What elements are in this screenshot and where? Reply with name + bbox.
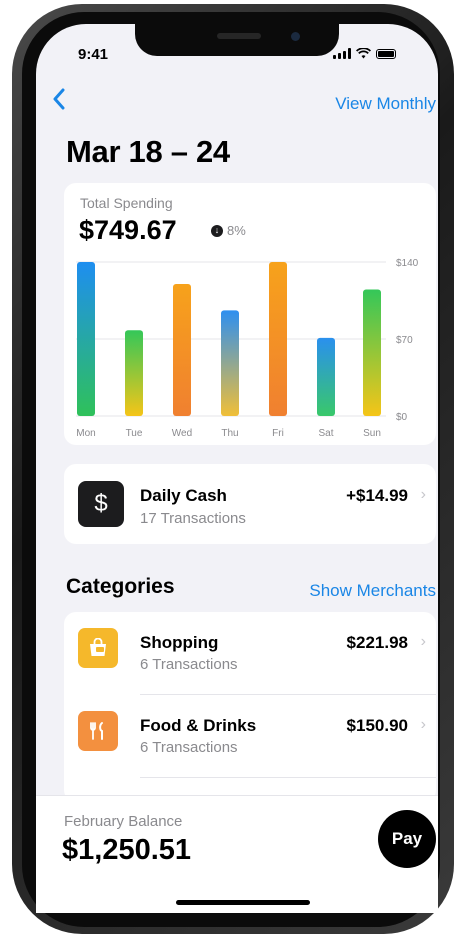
category-title: Food & Drinks xyxy=(140,716,257,735)
bar-mon[interactable] xyxy=(77,262,95,416)
chevron-right-icon: › xyxy=(420,486,426,503)
signal-icon xyxy=(333,48,351,59)
total-spending-card[interactable]: Total Spending $749.67 ↓ 8% $140 $70 $0 Mon… xyxy=(64,183,436,445)
category-subtitle: 6 Transactions xyxy=(140,739,238,756)
balance-amount: $1,250.51 xyxy=(62,834,192,866)
bar-thu[interactable] xyxy=(221,310,239,416)
daily-cash-amount: +$14.99 xyxy=(346,486,408,505)
fork-knife-icon xyxy=(78,711,118,751)
chevron-left-icon xyxy=(53,88,65,110)
battery-icon xyxy=(376,48,396,59)
category-row-shopping[interactable]: Shopping 6 Transactions $221.98 › xyxy=(64,612,436,694)
bar-sun[interactable] xyxy=(363,289,381,417)
notch xyxy=(135,24,339,56)
pay-button[interactable]: Pay xyxy=(378,810,436,868)
x-tick-label: Mon xyxy=(76,428,95,439)
y-tick-label: $0 xyxy=(396,412,408,423)
camera-icon xyxy=(291,32,300,41)
y-tick-label: $70 xyxy=(396,335,413,346)
daily-cash-row[interactable]: $ Daily Cash 17 Transactions +$14.99 › xyxy=(64,464,436,544)
wifi-icon xyxy=(356,48,371,59)
y-tick-label: $140 xyxy=(396,258,419,269)
category-title: Shopping xyxy=(140,633,219,652)
dollar-sign-icon: $ xyxy=(78,481,124,527)
dollar-symbol: $ xyxy=(94,490,108,517)
speaker-grille xyxy=(217,33,261,39)
category-row-food-drinks[interactable]: Food & Drinks 6 Transactions $150.90 › xyxy=(64,695,436,777)
category-amount: $150.90 xyxy=(346,716,408,735)
spending-bar-chart: $140 $70 $0 Mon Tue Wed Thu Fri Sat Sun xyxy=(76,258,419,439)
chevron-right-icon: › xyxy=(420,716,426,733)
status-icons xyxy=(333,48,396,59)
balance-bar: February Balance $1,250.51 Pay xyxy=(36,795,438,913)
chevron-right-icon: › xyxy=(420,633,426,650)
view-monthly-link[interactable]: View Monthly xyxy=(335,94,436,114)
x-tick-label: Sat xyxy=(318,428,333,439)
divider xyxy=(140,777,436,778)
x-tick-label: Thu xyxy=(221,428,238,439)
daily-cash-subtitle: 17 Transactions xyxy=(140,510,246,527)
balance-label: February Balance xyxy=(64,813,183,830)
back-button[interactable] xyxy=(52,88,66,114)
categories-header: Categories xyxy=(66,575,175,598)
bar-wed[interactable] xyxy=(173,284,191,416)
bar-sat[interactable] xyxy=(317,337,335,416)
home-indicator[interactable] xyxy=(176,900,310,905)
bar-fri[interactable] xyxy=(269,262,287,416)
x-tick-label: Fri xyxy=(272,428,284,439)
category-amount: $221.98 xyxy=(346,633,408,652)
categories-list: Shopping 6 Transactions $221.98 › Food &… xyxy=(64,612,436,802)
category-subtitle: 6 Transactions xyxy=(140,656,238,673)
x-tick-label: Tue xyxy=(126,428,143,439)
show-merchants-link[interactable]: Show Merchants xyxy=(309,581,436,601)
shopping-bag-icon xyxy=(78,628,118,668)
page-title: Mar 18 – 24 xyxy=(66,134,230,169)
x-tick-label: Wed xyxy=(172,428,192,439)
status-time: 9:41 xyxy=(78,46,109,63)
daily-cash-title: Daily Cash xyxy=(140,486,227,505)
bar-tue[interactable] xyxy=(125,330,143,416)
x-tick-label: Sun xyxy=(363,428,381,439)
